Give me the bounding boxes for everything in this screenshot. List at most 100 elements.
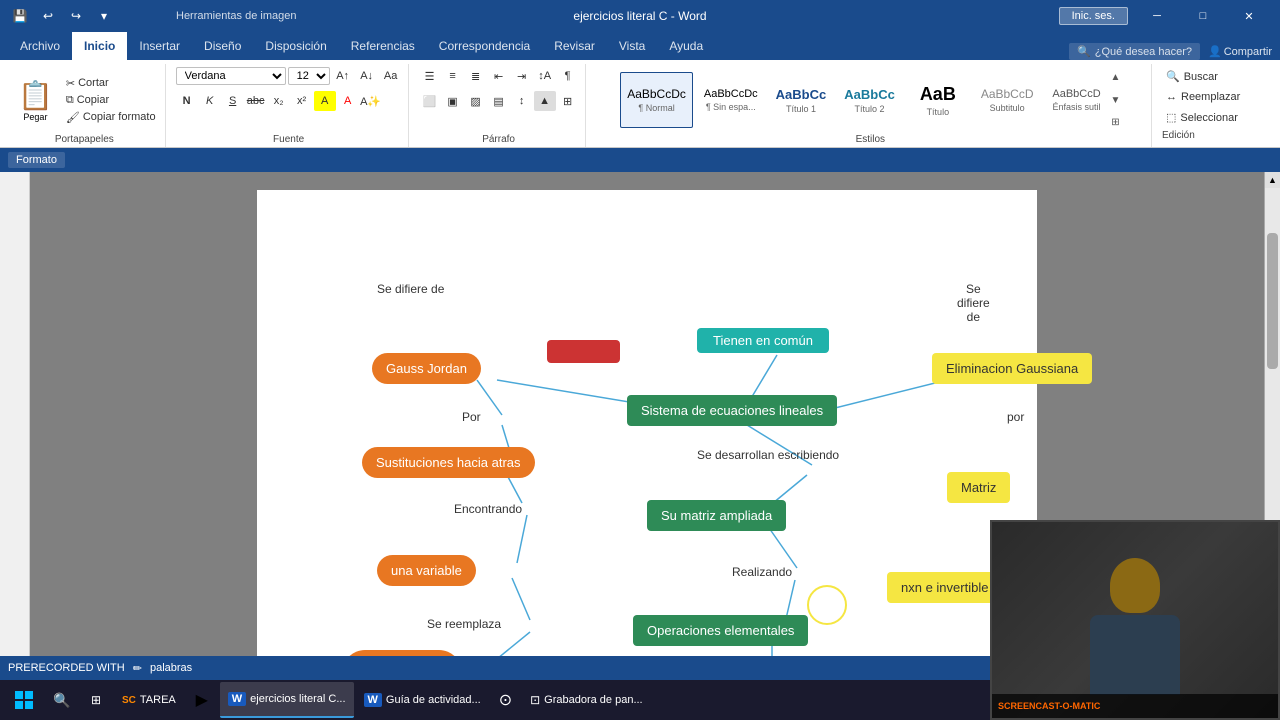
main-area: Se difiere de Se difiere de Tienen en co… (0, 172, 1280, 680)
decrease-font-button[interactable]: A↓ (356, 66, 378, 86)
task-view-button[interactable]: ⊞ (80, 684, 112, 716)
style-t2-preview: AaBbCc (844, 87, 895, 102)
bold-button[interactable]: N (176, 91, 198, 111)
clipboard-group: 📋 Pegar ✂ Cortar ⧉ Copiar 🖌 (10, 75, 159, 126)
increase-indent-button[interactable]: ⇥ (511, 66, 533, 86)
tab-ayuda[interactable]: Ayuda (657, 32, 715, 60)
style-titulo[interactable]: AaB Título (906, 72, 970, 128)
italic-button[interactable]: K (199, 91, 221, 111)
justify-button[interactable]: ▤ (488, 91, 510, 111)
redo-button[interactable]: ↪ (64, 4, 88, 28)
show-marks-button[interactable]: ¶ (557, 66, 579, 86)
cut-button[interactable]: ✂ Cortar (63, 76, 159, 91)
taskbar-ejercicios[interactable]: W ejercicios literal C... (220, 682, 354, 718)
copy-button[interactable]: ⧉ Copiar (63, 93, 159, 108)
style-sin-espaciado[interactable]: AaBbCcDc ¶ Sin espa... (697, 72, 765, 128)
seleccionar-button[interactable]: ⬚ Seleccionar (1162, 109, 1244, 126)
increase-font-button[interactable]: A↑ (332, 66, 354, 86)
format-copy-button[interactable]: 🖌 Copiar formato (63, 110, 159, 125)
font-size-select[interactable]: 12 (288, 67, 330, 85)
font-color-button[interactable]: A (337, 91, 359, 111)
inic-ses-button[interactable]: Inic. ses. (1059, 7, 1128, 25)
numbered-list-button[interactable]: ≡ (442, 66, 464, 86)
concept-map: Se difiere de Se difiere de Tienen en co… (317, 210, 977, 656)
screencast-taskbar-btn[interactable]: ▶ (186, 684, 218, 716)
close-button[interactable]: ✕ (1226, 0, 1272, 32)
style-enf-preview: AaBbCcD (1052, 88, 1100, 100)
taskbar-tarea[interactable]: SC TAREA (114, 682, 184, 718)
save-button[interactable]: 💾 (8, 4, 32, 28)
scroll-thumb[interactable] (1267, 233, 1278, 369)
styles-scroll-up[interactable]: ▲ (1111, 72, 1121, 83)
shading-button[interactable]: ▲ (534, 91, 556, 111)
align-center-button[interactable]: ▣ (442, 91, 464, 111)
style-enfasis[interactable]: AaBbCcD Énfasis sutil (1045, 72, 1109, 128)
helper-search-box[interactable]: 🔍 ¿Qué desea hacer? (1069, 43, 1200, 60)
person-silhouette (1075, 558, 1195, 656)
tab-insertar[interactable]: Insertar (127, 32, 192, 60)
sort-button[interactable]: ↕A (534, 66, 556, 86)
node-matriz: Matriz (947, 472, 1010, 503)
style-subtitulo[interactable]: AaBbCcD Subtitulo (974, 72, 1041, 128)
scroll-up-arrow[interactable]: ▲ (1265, 172, 1280, 188)
tab-revisar[interactable]: Revisar (542, 32, 607, 60)
style-titulo2[interactable]: AaBbCc Título 2 (837, 72, 902, 128)
tab-disposicion[interactable]: Disposición (253, 32, 338, 60)
underline-button[interactable]: S (222, 91, 244, 111)
font-family-select[interactable]: Verdana (176, 67, 286, 85)
tab-referencias[interactable]: Referencias (339, 32, 427, 60)
subscript-button[interactable]: x₂ (268, 91, 290, 111)
multilevel-list-button[interactable]: ≣ (465, 66, 487, 86)
styles-more[interactable]: ⊞ (1111, 117, 1121, 128)
clipboard-small-buttons: ✂ Cortar ⧉ Copiar 🖌 Copiar formato (63, 75, 159, 126)
win-controls: ─ □ ✕ (1134, 0, 1272, 32)
node-eliminacion-gaussiana: Eliminacion Gaussiana (932, 353, 1092, 384)
ribbon-group-font: Verdana 12 A↑ A↓ Aa N K S abc x₂ x² A (170, 64, 409, 147)
start-button[interactable] (4, 680, 44, 720)
style-sub-label: Subtitulo (990, 103, 1025, 113)
style-titulo1[interactable]: AaBbCc Título 1 (769, 72, 834, 128)
borders-button[interactable]: ⊞ (557, 91, 579, 111)
paste-button[interactable]: 📋 Pegar (10, 75, 61, 126)
buscar-button[interactable]: 🔍 Buscar (1162, 68, 1244, 85)
formato-tab[interactable]: Formato (8, 152, 65, 168)
tab-vista[interactable]: Vista (607, 32, 657, 60)
clear-format-button[interactable]: Aa (380, 66, 402, 86)
minimize-button[interactable]: ─ (1134, 0, 1180, 32)
ribbon-right: Inic. ses. ─ □ ✕ (1059, 0, 1272, 32)
styles-area: AaBbCcDc ¶ Normal AaBbCcDc ¶ Sin espa...… (620, 72, 1108, 128)
undo-button[interactable]: ↩ (36, 4, 60, 28)
taskbar-chrome[interactable]: ⊙ (491, 682, 520, 718)
node-en-sistemas: En los sistemas de ecuaciones. (342, 650, 462, 656)
tab-archivo[interactable]: Archivo (8, 32, 72, 60)
tarea-label: TAREA (140, 694, 176, 706)
tab-inicio[interactable]: Inicio (72, 32, 127, 60)
style-normal[interactable]: AaBbCcDc ¶ Normal (620, 72, 693, 128)
maximize-button[interactable]: □ (1180, 0, 1226, 32)
herramientas-bar: Formato (0, 148, 1280, 172)
align-right-button[interactable]: ▨ (465, 91, 487, 111)
qat-dropdown[interactable]: ▾ (92, 4, 116, 28)
node-sistema-ecuaciones: Sistema de ecuaciones lineales (627, 395, 837, 426)
decrease-indent-button[interactable]: ⇤ (488, 66, 510, 86)
tab-correspondencia[interactable]: Correspondencia (427, 32, 542, 60)
superscript-button[interactable]: x² (291, 91, 313, 111)
align-left-button[interactable]: ⬜ (419, 91, 441, 111)
taskbar-guia[interactable]: W Guía de actividad... (356, 682, 489, 718)
styles-label: Estilos (856, 134, 885, 147)
highlight-button[interactable]: A (314, 91, 336, 111)
compartir-button[interactable]: 👤 Compartir (1208, 45, 1272, 58)
tab-diseno[interactable]: Diseño (192, 32, 253, 60)
styles-scroll-down[interactable]: ▼ (1111, 95, 1121, 106)
ribbon-content: 📋 Pegar ✂ Cortar ⧉ Copiar 🖌 (0, 60, 1280, 148)
taskbar-search-button[interactable]: 🔍 (46, 684, 78, 716)
text-effects-button[interactable]: A✨ (360, 91, 382, 111)
word-count: palabras (150, 662, 192, 674)
reemplazar-button[interactable]: ↔ Reemplazar (1162, 89, 1244, 105)
taskbar-grabadora[interactable]: ⊡ Grabadora de pan... (522, 682, 651, 718)
strikethrough-button[interactable]: abc (245, 91, 267, 111)
reemplazar-icon: ↔ (1166, 91, 1177, 103)
bullet-list-button[interactable]: ☰ (419, 66, 441, 86)
line-spacing-button[interactable]: ↕ (511, 91, 533, 111)
edit-label: Edición (1162, 130, 1195, 143)
